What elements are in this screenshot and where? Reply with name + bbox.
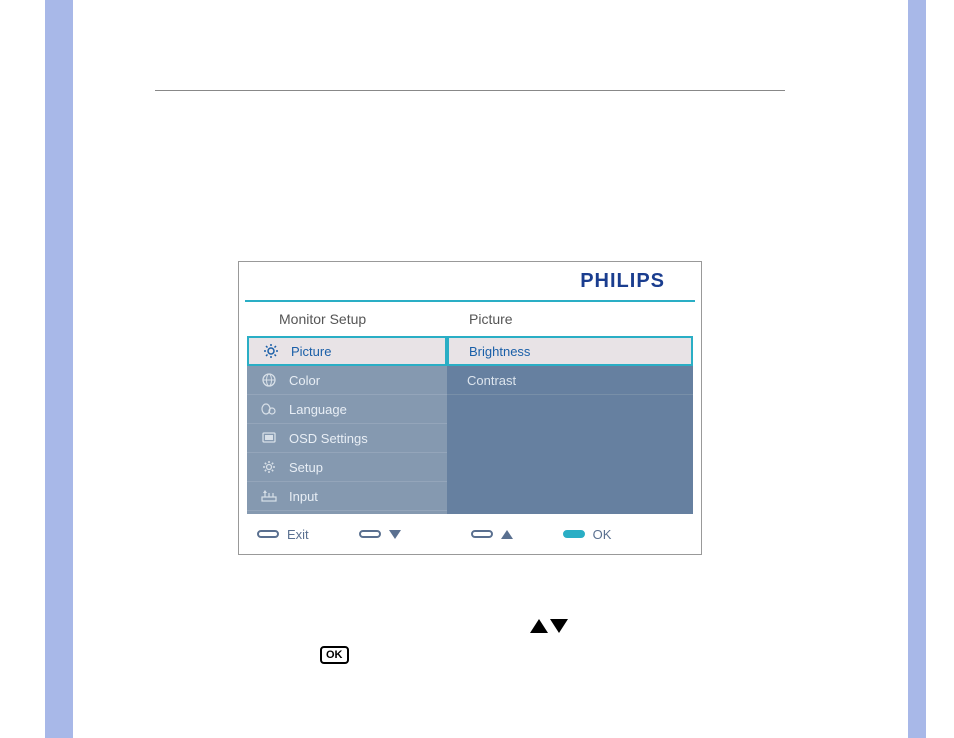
- pill-icon: [471, 530, 493, 538]
- pill-filled-icon: [563, 530, 585, 538]
- horizontal-rule: [155, 90, 785, 91]
- triangle-down-icon: [389, 530, 401, 539]
- osd-body: Picture Color Language OSD Settings: [247, 336, 693, 514]
- submenu-label: Brightness: [469, 344, 530, 359]
- menu-left: Picture Color Language OSD Settings: [247, 336, 447, 514]
- input-icon: [261, 488, 277, 504]
- menu-label: Color: [289, 373, 320, 388]
- decorative-right-bar: [908, 0, 926, 738]
- ok-instruction: OK: [320, 646, 349, 664]
- osd-panel: PHILIPS Monitor Setup Picture Picture Co…: [238, 261, 702, 555]
- menu-item-color[interactable]: Color: [247, 366, 447, 395]
- osd-header: PHILIPS: [245, 262, 695, 302]
- menu-item-language[interactable]: Language: [247, 395, 447, 424]
- menu-label: Setup: [289, 460, 323, 475]
- arrow-pair-instruction: [530, 619, 568, 633]
- up-button[interactable]: [471, 530, 513, 539]
- submenu-item-contrast[interactable]: Contrast: [447, 366, 693, 395]
- ok-box-icon: OK: [320, 646, 349, 664]
- menu-right: Brightness Contrast: [447, 336, 693, 514]
- osd-footer: Exit OK: [239, 514, 701, 554]
- gear-icon: [261, 459, 277, 475]
- exit-button[interactable]: Exit: [257, 527, 309, 542]
- exit-label: Exit: [287, 527, 309, 542]
- menu-label: Picture: [291, 344, 331, 359]
- pill-icon: [257, 530, 279, 538]
- globe-icon: [261, 372, 277, 388]
- osd-titles: Monitor Setup Picture: [239, 302, 701, 336]
- submenu-item-brightness[interactable]: Brightness: [447, 336, 693, 366]
- menu-item-setup[interactable]: Setup: [247, 453, 447, 482]
- menu-item-input[interactable]: Input: [247, 482, 447, 511]
- ok-button[interactable]: OK: [563, 527, 612, 542]
- title-left: Monitor Setup: [239, 311, 449, 327]
- menu-label: OSD Settings: [289, 431, 368, 446]
- menu-label: Language: [289, 402, 347, 417]
- menu-item-picture[interactable]: Picture: [247, 336, 447, 366]
- screen-icon: [261, 430, 277, 446]
- triangle-up-icon: [530, 619, 548, 633]
- menu-item-osd-settings[interactable]: OSD Settings: [247, 424, 447, 453]
- brand-logo: PHILIPS: [580, 270, 665, 293]
- down-button[interactable]: [359, 530, 401, 539]
- decorative-left-bar: [45, 0, 73, 738]
- title-right: Picture: [449, 311, 513, 327]
- ok-label: OK: [593, 527, 612, 542]
- menu-label: Input: [289, 489, 318, 504]
- triangle-up-icon: [501, 530, 513, 539]
- submenu-label: Contrast: [467, 373, 516, 388]
- language-icon: [261, 401, 277, 417]
- pill-icon: [359, 530, 381, 538]
- triangle-down-icon: [550, 619, 568, 633]
- sun-icon: [263, 343, 279, 359]
